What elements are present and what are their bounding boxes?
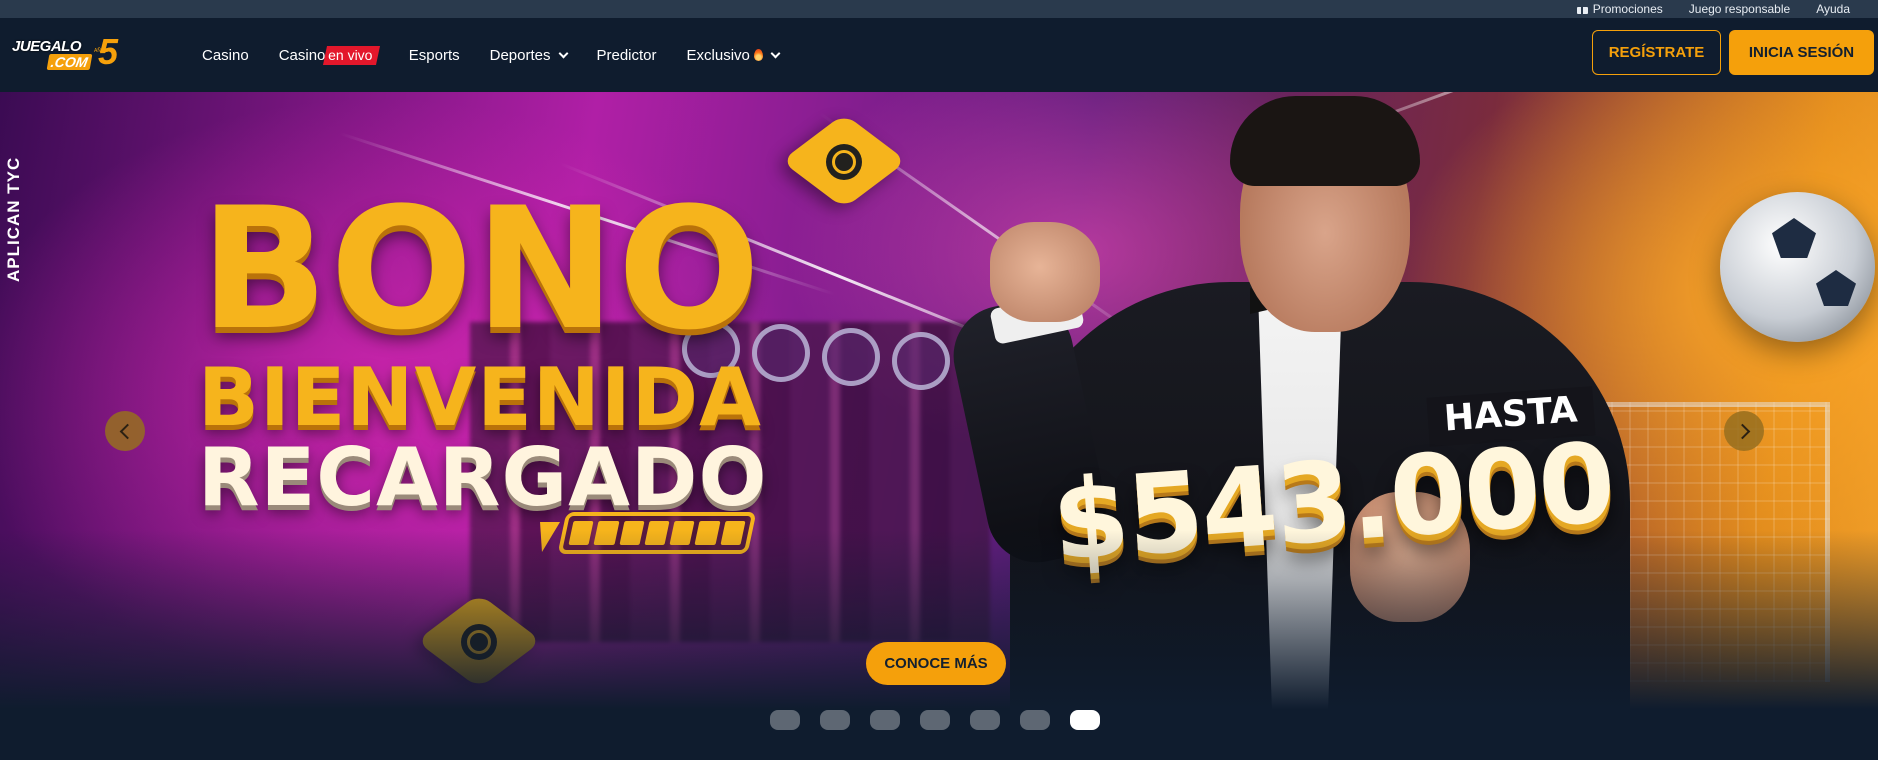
logo-line1: JUEGALO bbox=[12, 38, 82, 55]
promotions-link[interactable]: Promociones bbox=[1576, 2, 1663, 16]
chevron-down-icon bbox=[558, 48, 568, 58]
logo-number: 5 bbox=[98, 31, 119, 72]
carousel-prev-button[interactable] bbox=[105, 411, 145, 451]
chevron-right-icon bbox=[1734, 423, 1750, 439]
nav-items: Casino Casino en vivo Esports Deportes P… bbox=[202, 18, 809, 92]
nav-predictor-label: Predictor bbox=[596, 46, 657, 64]
responsible-gaming-label: Juego responsable bbox=[1688, 2, 1791, 16]
carousel-dot-4[interactable] bbox=[920, 710, 950, 730]
hair bbox=[1230, 96, 1420, 186]
live-badge: en vivo bbox=[323, 45, 381, 65]
nav-casino-live-label: Casino bbox=[278, 46, 326, 64]
raised-fist bbox=[990, 222, 1100, 322]
target-icon bbox=[826, 144, 862, 180]
carousel-dot-7[interactable] bbox=[1070, 710, 1100, 730]
carousel-indicators bbox=[770, 710, 1100, 730]
learn-more-button[interactable]: CONOCE MÁS bbox=[866, 642, 1006, 685]
terms-notice: APLICAN TYC bbox=[4, 156, 23, 282]
help-link[interactable]: Ayuda bbox=[1816, 2, 1850, 16]
hero-title-bienvenida: BIENVENIDA bbox=[198, 351, 762, 444]
nav-deportes[interactable]: Deportes bbox=[489, 46, 568, 64]
soccer-ball-icon bbox=[1720, 192, 1875, 342]
hero-title-bono: BONO bbox=[200, 171, 763, 367]
promotions-label: Promociones bbox=[1592, 2, 1663, 16]
help-label: Ayuda bbox=[1816, 2, 1850, 16]
live-badge-label: en vivo bbox=[328, 46, 373, 63]
chevron-left-icon bbox=[119, 423, 135, 439]
chevron-down-icon bbox=[770, 48, 781, 58]
site-logo[interactable]: JUEGALO .COM AÑOS 5 bbox=[12, 34, 118, 74]
utility-bar: Promociones Juego responsable Ayuda bbox=[0, 0, 1878, 18]
nav-exclusivo[interactable]: Exclusivo bbox=[686, 46, 781, 64]
login-button[interactable]: INICIA SESIÓN bbox=[1729, 30, 1874, 75]
main-nav: JUEGALO .COM AÑOS 5 Casino Casino en viv… bbox=[0, 18, 1878, 92]
hero-banner[interactable]: APLICAN TYC BONO BIENVENIDA RECARGADO HA… bbox=[0, 92, 1878, 760]
nav-exclusivo-label: Exclusivo bbox=[686, 46, 750, 64]
register-button[interactable]: REGÍSTRATE bbox=[1592, 30, 1721, 75]
nav-predictor[interactable]: Predictor bbox=[597, 47, 657, 64]
gift-icon bbox=[1576, 4, 1588, 14]
nav-casino-live[interactable]: Casino en vivo bbox=[278, 45, 381, 65]
nav-casino[interactable]: Casino bbox=[202, 47, 249, 64]
nav-deportes-label: Deportes bbox=[489, 46, 551, 64]
responsible-gaming-link[interactable]: Juego responsable bbox=[1689, 2, 1790, 16]
carousel-next-button[interactable] bbox=[1724, 411, 1764, 451]
flame-icon bbox=[753, 49, 763, 61]
slot-reel bbox=[822, 328, 880, 386]
hero-title-recargado: RECARGADO bbox=[198, 431, 768, 524]
carousel-dot-1[interactable] bbox=[770, 710, 800, 730]
nav-esports-label: Esports bbox=[408, 46, 460, 64]
carousel-dot-3[interactable] bbox=[870, 710, 900, 730]
nav-casino-label: Casino bbox=[202, 46, 249, 64]
carousel-dot-5[interactable] bbox=[970, 710, 1000, 730]
carousel-dot-6[interactable] bbox=[1020, 710, 1050, 730]
nav-esports[interactable]: Esports bbox=[409, 47, 460, 64]
carousel-dot-2[interactable] bbox=[820, 710, 850, 730]
logo-line2: .COM bbox=[46, 54, 92, 70]
